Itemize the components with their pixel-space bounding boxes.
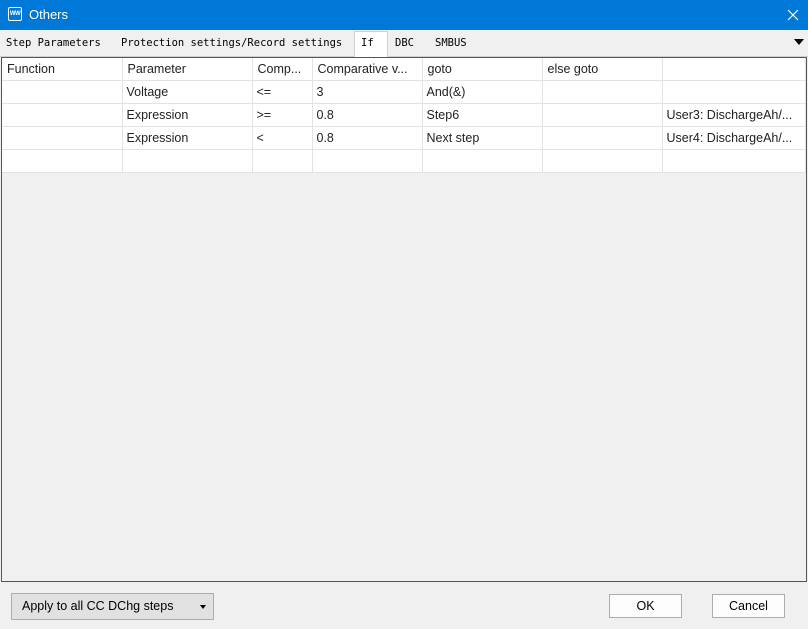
column-header-parameter[interactable]: Parameter — [122, 58, 253, 81]
comparison-cell[interactable]: <= — [252, 80, 313, 104]
column-header-else-goto[interactable]: else goto — [542, 58, 663, 81]
parameter-cell[interactable]: Expression — [122, 103, 253, 127]
close-button[interactable] — [778, 0, 808, 30]
column-header-comparative-value[interactable]: Comparative v... — [312, 58, 423, 81]
parameter-cell[interactable] — [122, 149, 253, 173]
goto-cell[interactable]: And(&) — [422, 80, 543, 104]
ok-button[interactable]: OK — [609, 594, 682, 618]
apply-to-all-split-button[interactable]: Apply to all CC DChg steps — [11, 593, 214, 620]
tab-smbus[interactable]: SMBUS — [430, 32, 472, 56]
tab-step-parameters[interactable]: Step Parameters — [1, 32, 106, 56]
parameter-cell[interactable]: Expression — [122, 126, 253, 150]
apply-to-all-label: Apply to all CC DChg steps — [22, 599, 174, 613]
column-header-goto[interactable]: goto — [422, 58, 543, 81]
comparison-cell[interactable]: < — [252, 126, 313, 150]
tab-if[interactable]: If — [354, 31, 388, 57]
comparison-cell[interactable] — [252, 149, 313, 173]
tab-overflow-dropdown-icon[interactable] — [794, 39, 804, 45]
cancel-button[interactable]: Cancel — [712, 594, 785, 618]
table-header: Function Parameter Comp... Comparative v… — [2, 58, 806, 81]
column-header-function[interactable]: Function — [2, 58, 123, 81]
goto-cell[interactable]: Step6 — [422, 103, 543, 127]
column-header-comparison[interactable]: Comp... — [252, 58, 313, 81]
expression-cell[interactable] — [662, 80, 806, 104]
tab-dbc[interactable]: DBC — [390, 32, 419, 56]
else-goto-cell[interactable] — [542, 149, 663, 173]
parameter-cell[interactable]: Voltage — [122, 80, 253, 104]
expression-cell[interactable]: User4: DischargeAh/... — [662, 126, 806, 150]
comparative-value-cell[interactable]: 3 — [312, 80, 423, 104]
table-row-empty — [2, 149, 806, 173]
else-goto-cell[interactable] — [542, 80, 663, 104]
app-icon: WW — [8, 7, 22, 21]
else-goto-cell[interactable] — [542, 103, 663, 127]
comparative-value-cell[interactable] — [312, 149, 423, 173]
function-cell[interactable] — [2, 80, 123, 104]
goto-cell[interactable] — [422, 149, 543, 173]
table-row: Expression >= 0.8 Step6 User3: Discharge… — [2, 103, 806, 127]
goto-cell[interactable]: Next step — [422, 126, 543, 150]
table-row: Expression < 0.8 Next step User4: Discha… — [2, 126, 806, 150]
if-conditions-grid: Function Parameter Comp... Comparative v… — [1, 57, 807, 582]
function-cell[interactable] — [2, 103, 123, 127]
function-cell[interactable] — [2, 149, 123, 173]
title-bar: WW Others — [0, 0, 808, 30]
close-icon — [787, 9, 799, 21]
table-row: Voltage <= 3 And(&) — [2, 80, 806, 104]
comparison-cell[interactable]: >= — [252, 103, 313, 127]
expression-cell[interactable] — [662, 149, 806, 173]
comparative-value-cell[interactable]: 0.8 — [312, 103, 423, 127]
tab-protection-settings[interactable]: Protection settings/Record settings — [116, 32, 347, 56]
dialog-footer: Apply to all CC DChg steps OK Cancel — [0, 582, 808, 629]
if-conditions-table: Function Parameter Comp... Comparative v… — [2, 58, 806, 173]
dropdown-arrow-icon[interactable] — [200, 605, 206, 609]
tab-bar: Step Parameters Protection settings/Reco… — [0, 30, 808, 57]
column-header-expression[interactable] — [662, 58, 806, 81]
else-goto-cell[interactable] — [542, 126, 663, 150]
function-cell[interactable] — [2, 126, 123, 150]
comparative-value-cell[interactable]: 0.8 — [312, 126, 423, 150]
window-title: Others — [29, 7, 69, 22]
expression-cell[interactable]: User3: DischargeAh/... — [662, 103, 806, 127]
